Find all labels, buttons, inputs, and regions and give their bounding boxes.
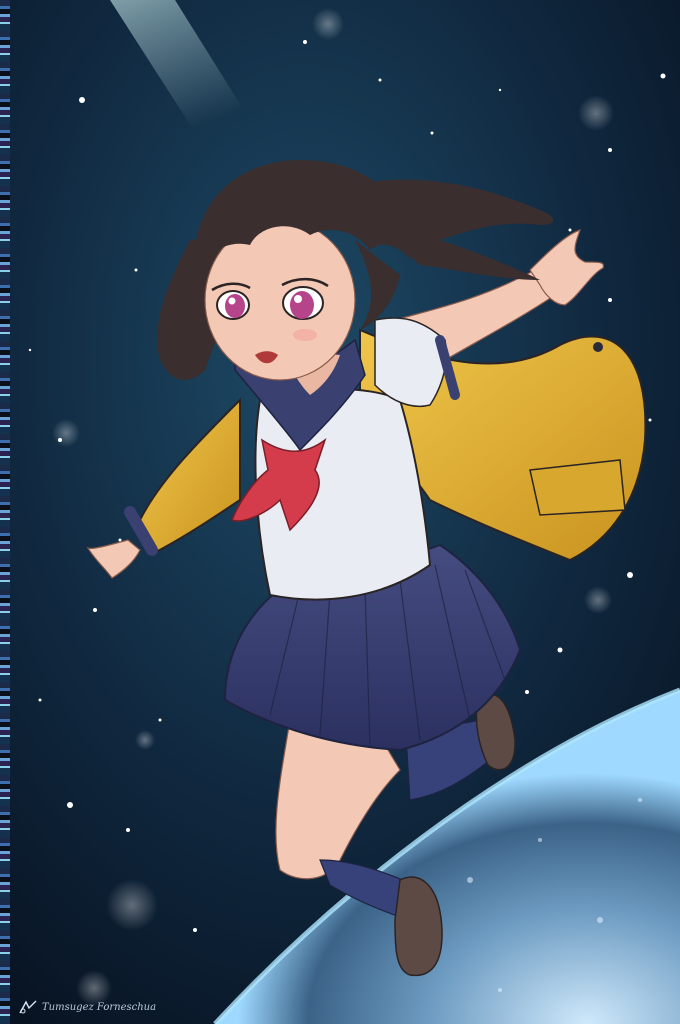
signature-logo-icon	[19, 1000, 37, 1014]
glitch-strip	[0, 0, 10, 1024]
watermark: Tumsugez Forneschua	[18, 998, 156, 1016]
scene-illustration	[0, 0, 680, 1024]
watermark-text: Tumsugez Forneschua	[42, 1001, 157, 1013]
